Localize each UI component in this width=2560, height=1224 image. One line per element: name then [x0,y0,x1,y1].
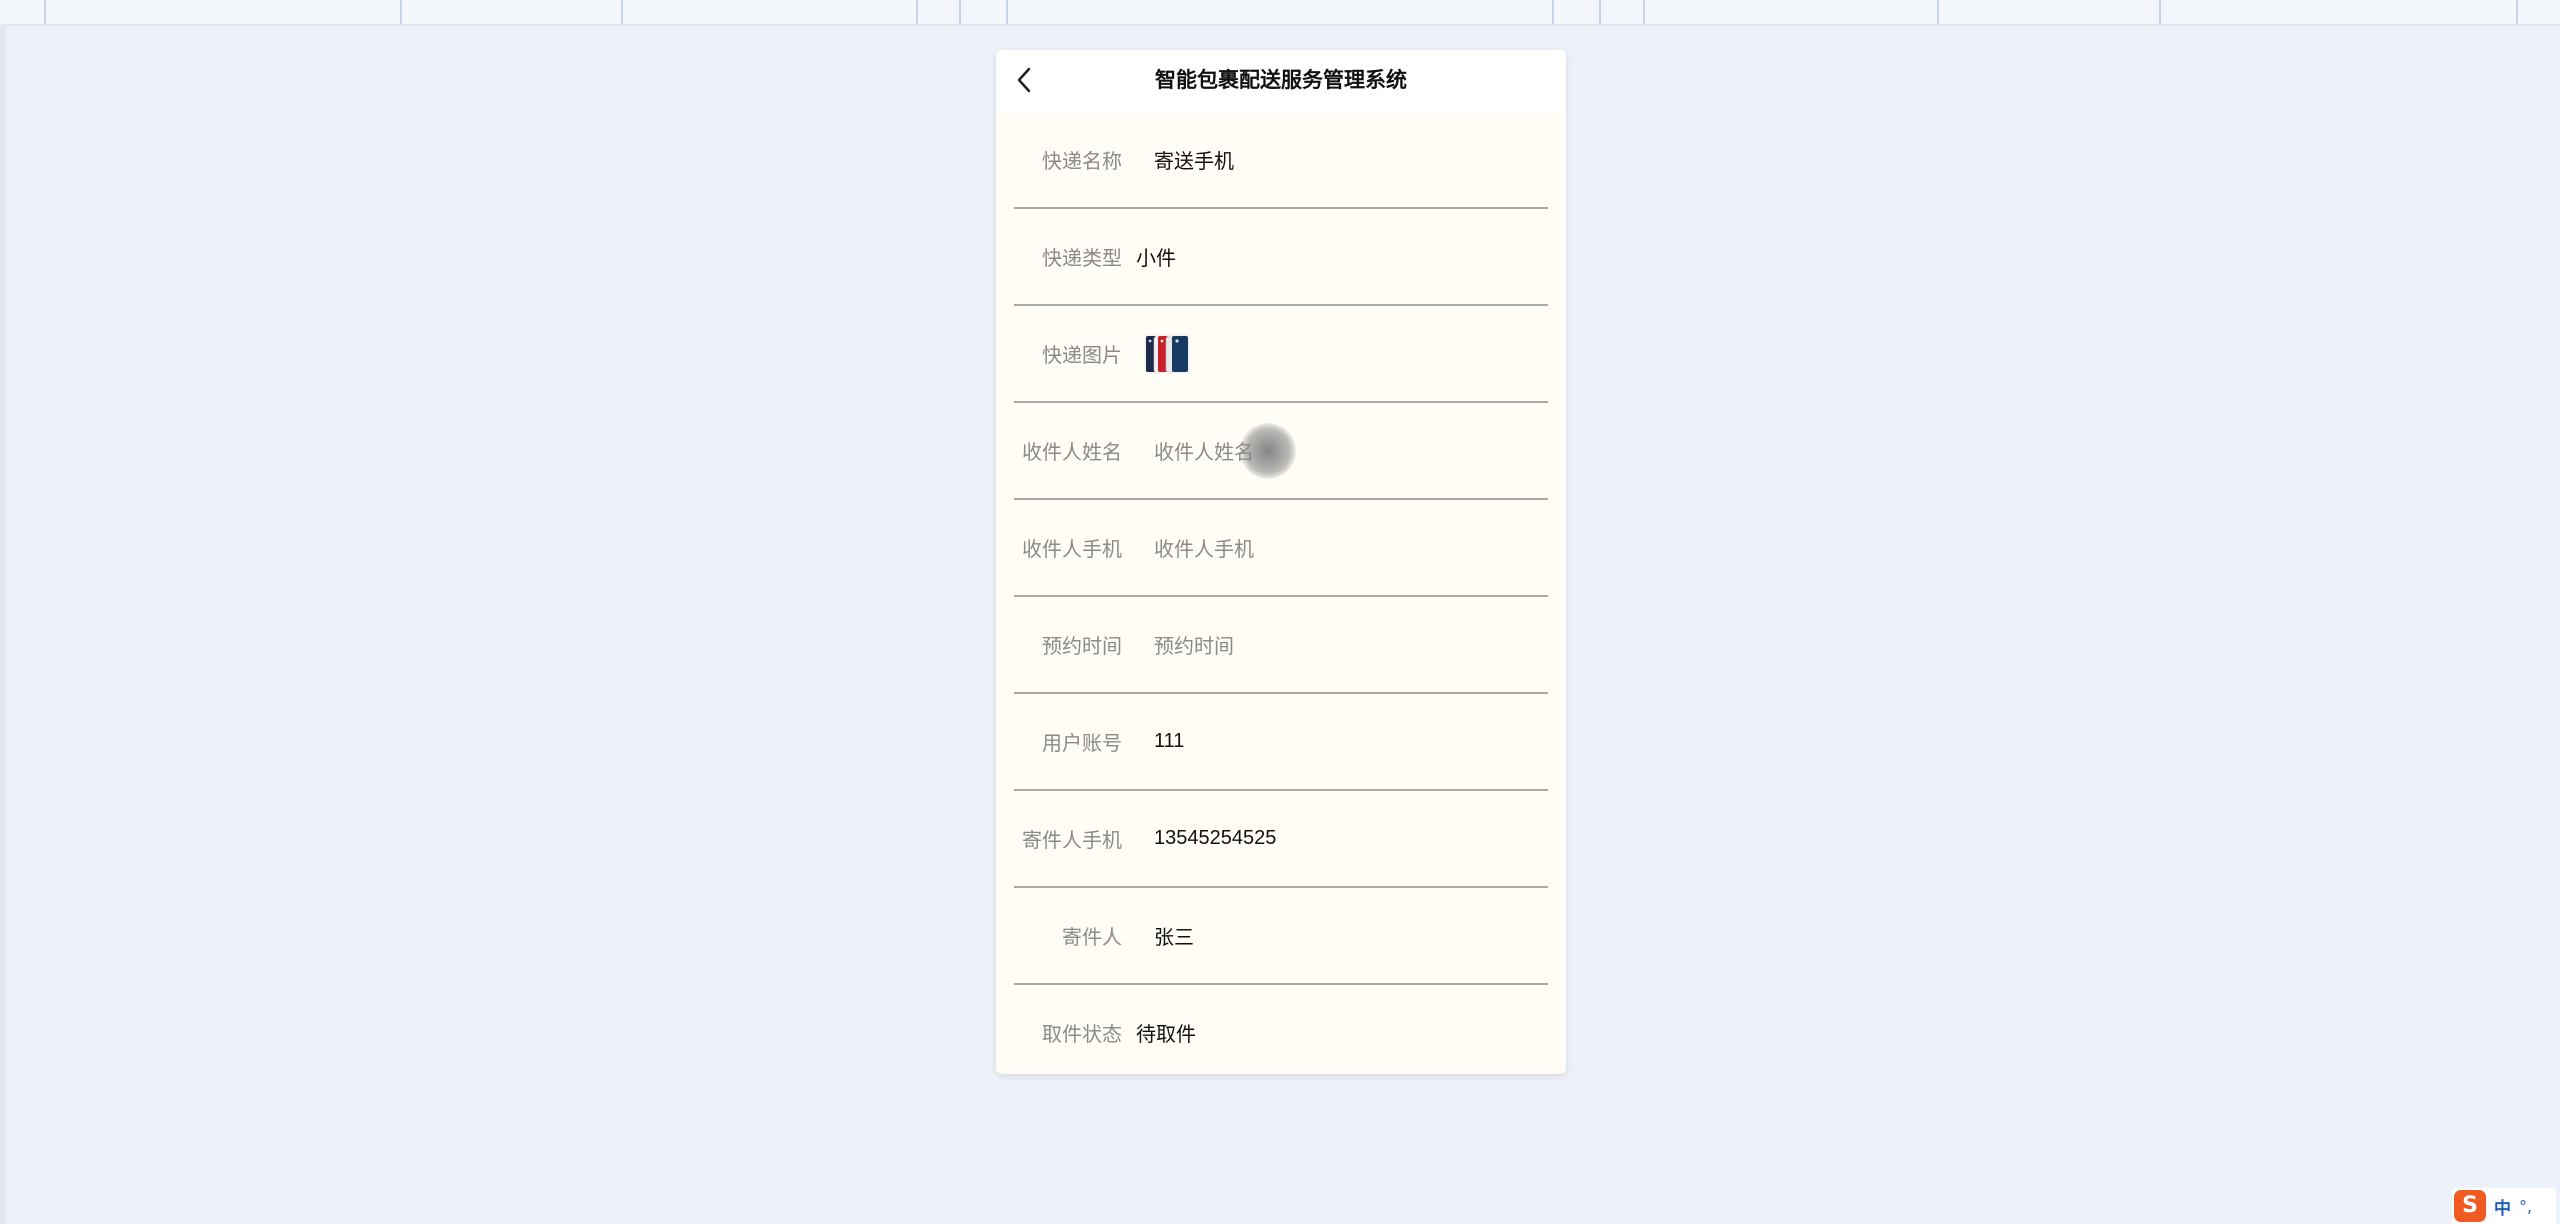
page-title: 智能包裹配送服务管理系统 [1155,69,1407,92]
ime-language-label[interactable]: 中 [2494,1194,2511,1219]
express-type-value[interactable]: 小件 [1136,242,1176,271]
form-row-sender: 寄件人 张三 [1014,888,1548,985]
strip-divider [2159,0,2161,24]
field-label: 收件人姓名 [1022,442,1122,464]
phone-image-icon[interactable] [1144,333,1190,374]
field-label: 寄件人手机 [1022,830,1122,852]
top-navigation-strip [0,0,2560,26]
form-row-user-account: 用户账号 111 [1014,694,1548,791]
sogou-ime-icon: S [2454,1190,2486,1222]
user-account-input[interactable]: 111 [1154,730,1184,753]
strip-divider [916,0,918,24]
appointment-time-input[interactable]: 预约时间 [1154,630,1234,659]
strip-divider [400,0,402,24]
form-row-pickup-status: 取件状态 待取件 [1014,985,1548,1074]
form-row-appointment-time: 预约时间 预约时间 [1014,597,1548,694]
field-label: 快递类型 [1042,248,1122,270]
field-label: 寄件人 [1062,927,1122,949]
ime-punctuation-label[interactable]: °, [2519,1197,2532,1216]
field-label: 快递图片 [1042,345,1122,367]
field-label: 快递名称 [1042,151,1122,173]
field-label: 预约时间 [1042,636,1122,658]
left-edge [0,24,6,1224]
recipient-name-input[interactable]: 收件人姓名 [1154,436,1254,465]
field-label: 用户账号 [1042,733,1122,755]
header-bar: 智能包裹配送服务管理系统 [996,50,1566,112]
form-row-express-name: 快递名称 寄送手机 [1014,112,1548,209]
strip-divider [2516,0,2518,24]
form-row-express-type: 快递类型 小件 [1014,209,1548,306]
strip-divider [44,0,46,24]
strip-divider [1599,0,1601,24]
form-row-express-image: 快递图片 [1014,306,1548,403]
field-label: 取件状态 [1042,1024,1122,1046]
form-row-recipient-phone: 收件人手机 收件人手机 [1014,500,1548,597]
ime-indicator[interactable]: S 中 °, [2452,1188,2556,1224]
pickup-status-value[interactable]: 待取件 [1136,1018,1196,1047]
form-row-recipient-name: 收件人姓名 收件人姓名 [1014,403,1548,500]
strip-divider [1643,0,1645,24]
sender-input[interactable]: 张三 [1154,921,1194,950]
phone-card: 智能包裹配送服务管理系统 快递名称 寄送手机 快递类型 小件 快递图片 收件人姓… [996,50,1566,1074]
page: 智能包裹配送服务管理系统 快递名称 寄送手机 快递类型 小件 快递图片 收件人姓… [0,0,2560,1224]
strip-divider [959,0,961,24]
strip-divider [1552,0,1554,24]
detail-form: 快递名称 寄送手机 快递类型 小件 快递图片 收件人姓名 收件人姓名 收件人手机… [996,112,1566,1074]
strip-divider [621,0,623,24]
form-row-sender-phone: 寄件人手机 13545254525 [1014,791,1548,888]
strip-divider [1006,0,1008,24]
sender-phone-input[interactable]: 13545254525 [1154,827,1276,850]
express-name-input[interactable]: 寄送手机 [1154,145,1234,174]
recipient-phone-input[interactable]: 收件人手机 [1154,533,1254,562]
field-label: 收件人手机 [1022,539,1122,561]
strip-divider [1937,0,1939,24]
